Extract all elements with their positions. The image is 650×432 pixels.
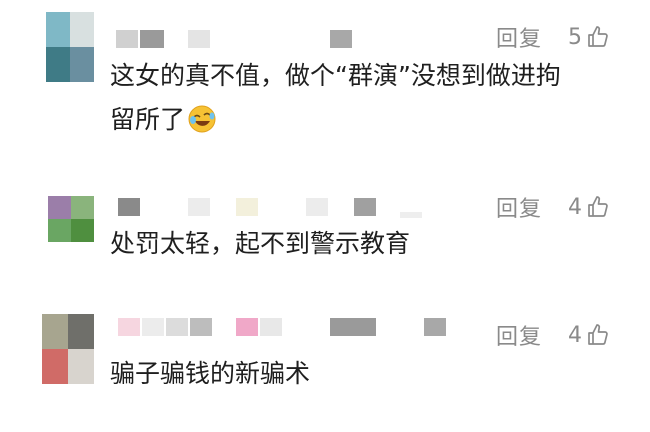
comment-text: 骗子骗钱的新骗术 [110,352,310,396]
like-count: 4 [568,194,582,220]
thumbs-up-icon [588,26,608,47]
comment-text: 这女的真不值，做个“群演”没想到做进拘 留所了 [110,54,561,142]
thumbs-up-icon [588,324,608,345]
thumbs-up-icon [588,196,608,217]
comment-text: 处罚太轻，起不到警示教育 [110,222,410,266]
comment-text-line: 骗子骗钱的新骗术 [110,359,311,388]
reply-button[interactable]: 回复 [496,21,542,53]
like-count: 4 [568,322,582,348]
comment-text-fragment: 留所了 [110,105,186,134]
comment-item: 回复 4 处罚太轻，起不到警示教育 [0,190,650,270]
reply-button[interactable]: 回复 [496,191,542,223]
rolling-laughing-emoji-icon [188,105,216,133]
reply-button[interactable]: 回复 [496,319,542,351]
comment-text-line: 这女的真不值，做个“群演”没想到做进拘 [110,61,561,90]
comment-actions: 回复 4 [496,192,610,222]
comment-actions: 回复 5 [496,22,610,52]
like-button[interactable]: 4 [568,195,610,220]
comment-text-line: 处罚太轻，起不到警示教育 [110,229,411,258]
comment-text-line: 留所了 [110,98,561,142]
like-count: 5 [568,24,582,50]
comment-item: 回复 4 骗子骗钱的新骗术 [0,312,650,402]
comment-actions: 回复 4 [496,320,610,350]
like-button[interactable]: 5 [568,25,610,50]
like-button[interactable]: 4 [568,323,610,348]
comment-item: 回复 5 这女的真不值，做个“群演”没想到做进拘 留所了 [0,10,650,140]
